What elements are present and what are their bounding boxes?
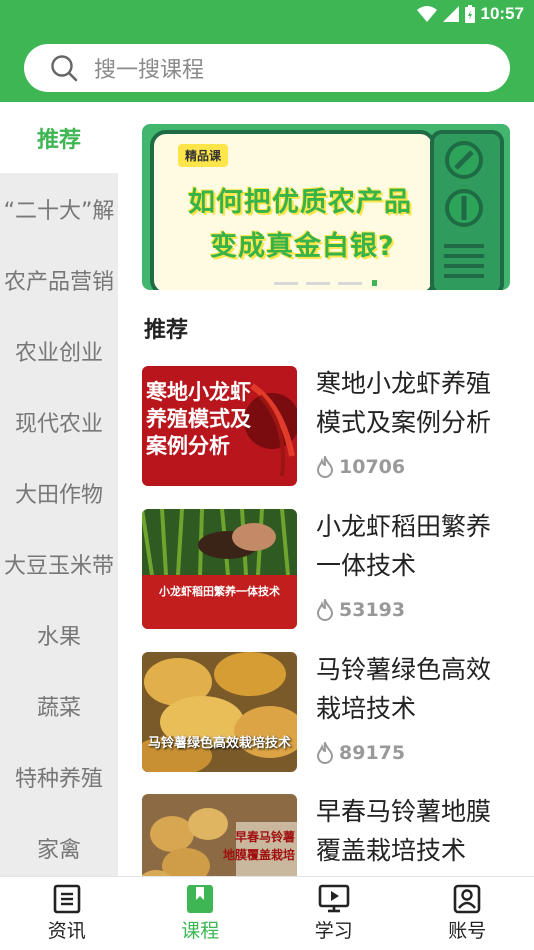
flame-icon (316, 599, 334, 621)
banner-headline-1: 如何把优质农产品 (188, 187, 412, 218)
course-item[interactable]: 马铃薯绿色高效栽培技术 马铃薯绿色高效栽培技术 89175 (142, 652, 512, 774)
search-input[interactable]: 搜一搜课程 (24, 44, 510, 92)
tab-label: 课程 (181, 920, 220, 942)
course-title: 小龙虾稻田繁养一体技术 (316, 512, 492, 580)
sidebar-item-field-crops[interactable]: 大田作物 (0, 457, 118, 528)
thumb-text: 早春马铃薯 (234, 830, 295, 844)
course-title: 马铃薯绿色高效栽培技术 (316, 655, 492, 723)
section-title: 推荐 (144, 318, 189, 343)
search-icon (51, 55, 78, 82)
sidebar-item-poultry[interactable]: 家禽 (0, 812, 118, 876)
tab-courses[interactable]: 课程 (134, 877, 268, 950)
thumb-text: 寒地小龙虾 (146, 379, 251, 404)
wifi-icon (416, 6, 437, 22)
course-item[interactable]: 寒地小龙虾 养殖模式及 案例分析 寒地小龙虾养殖模式及案例分析 10706 (142, 366, 512, 488)
battery-icon (464, 5, 475, 23)
tab-label: 资讯 (47, 920, 86, 942)
thumb-text: 养殖模式及 (146, 406, 251, 431)
search-placeholder: 搜一搜课程 (94, 58, 205, 83)
banner-headline-2: 变成真金白银? (210, 231, 395, 262)
sidebar-item-recommend[interactable]: 推荐 (0, 102, 118, 173)
play-screen-icon (318, 884, 350, 913)
course-thumbnail: 马铃薯绿色高效栽培技术 (142, 652, 297, 772)
sidebar-item-vegetables[interactable]: 蔬菜 (0, 670, 118, 741)
course-views: 89175 (316, 742, 405, 764)
sidebar-item-fruit[interactable]: 水果 (0, 599, 118, 670)
thumb-text: 地膜覆盖栽培 (222, 848, 295, 862)
status-bar: 10:57 (0, 0, 534, 28)
tab-study[interactable]: 学习 (267, 877, 401, 950)
course-item[interactable]: 小龙虾稻田繁养一体技术 小龙虾稻田繁养一体技术 53193 (142, 509, 512, 631)
view-count: 10706 (339, 456, 406, 478)
tab-account[interactable]: 账号 (401, 877, 534, 950)
promo-banner[interactable]: 精品课 如何把优质农产品 变成真金白银? (142, 124, 510, 290)
course-views: 10706 (316, 456, 405, 478)
course-views: 53193 (316, 599, 405, 621)
tab-news[interactable]: 资讯 (0, 877, 134, 950)
course-thumbnail: 早春马铃薯 地膜覆盖栽培 (142, 794, 297, 876)
thumb-text: 小龙虾稻田繁养一体技术 (159, 585, 280, 598)
course-content: 精品课 如何把优质农产品 变成真金白银? 推荐 寒地小龙虾 养殖模式及 案例分析… (118, 102, 534, 876)
course-title: 寒地小龙虾养殖模式及案例分析 (316, 369, 492, 437)
banner-tag: 精品课 (178, 144, 229, 167)
course-thumbnail: 寒地小龙虾 养殖模式及 案例分析 (142, 366, 297, 486)
news-icon (53, 884, 81, 914)
thumb-text: 案例分析 (146, 433, 230, 458)
sidebar-item-modern-agri[interactable]: 现代农业 (0, 386, 118, 457)
bookmark-icon (187, 885, 214, 913)
thumb-text: 马铃薯绿色高效栽培技术 (147, 736, 291, 751)
course-thumbnail: 小龙虾稻田繁养一体技术 (142, 509, 297, 629)
view-count: 89175 (339, 742, 406, 764)
signal-icon (442, 6, 459, 22)
flame-icon (316, 742, 334, 764)
account-icon (453, 884, 481, 914)
category-sidebar: 推荐 “二十大”解 农产品营销 农业创业 现代农业 大田作物 大豆玉米带 水果 … (0, 102, 118, 876)
sidebar-item-special-breeding[interactable]: 特种养殖 (0, 741, 118, 812)
course-item[interactable]: 早春马铃薯 地膜覆盖栽培 早春马铃薯地膜覆盖栽培技术 (142, 794, 512, 876)
course-title: 早春马铃薯地膜覆盖栽培技术 (316, 797, 492, 865)
sidebar-item-agri-startup[interactable]: 农业创业 (0, 315, 118, 386)
status-time: 10:57 (480, 4, 524, 23)
flame-icon (316, 456, 334, 478)
tab-label: 学习 (314, 920, 353, 942)
view-count: 53193 (339, 599, 406, 621)
sidebar-item-product-marketing[interactable]: 农产品营销 (0, 244, 118, 315)
tab-label: 账号 (448, 920, 487, 942)
bottom-tab-bar: 资讯 课程 学习 账号 (0, 876, 534, 950)
sidebar-item-twentieth-congress[interactable]: “二十大”解 (0, 173, 118, 244)
sidebar-item-soy-corn[interactable]: 大豆玉米带 (0, 528, 118, 599)
